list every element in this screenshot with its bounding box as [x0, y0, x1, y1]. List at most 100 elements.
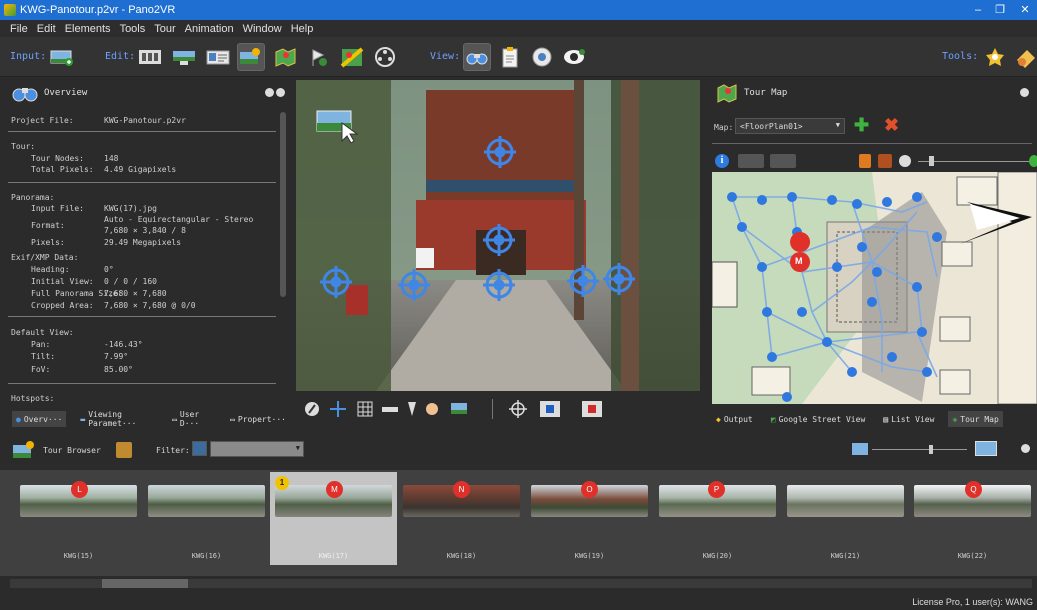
overview-scrollbar[interactable]	[280, 112, 286, 297]
zoom-slider[interactable]	[918, 161, 1033, 162]
info-icon[interactable]: i	[715, 154, 729, 168]
map-pin[interactable]	[757, 195, 767, 205]
properties-button[interactable]	[496, 43, 524, 71]
hotspot-target[interactable]	[603, 263, 635, 295]
thumbnail-image[interactable]	[787, 485, 904, 517]
panorama-icon[interactable]	[451, 403, 467, 414]
hotspot-target[interactable]	[483, 224, 515, 256]
panel-settings-icon[interactable]	[1021, 444, 1030, 453]
map-pin[interactable]	[797, 307, 807, 317]
close-button[interactable]: ✕	[1010, 0, 1037, 20]
map-pin[interactable]	[727, 192, 737, 202]
thumbnail-size-slider[interactable]	[872, 449, 967, 450]
tool-button-1[interactable]	[981, 43, 1009, 71]
map-pin[interactable]	[887, 352, 897, 362]
map-pin[interactable]	[912, 192, 922, 202]
tour-browser-scrollbar[interactable]	[10, 579, 1032, 588]
menu-tour[interactable]: Tour	[154, 23, 175, 35]
zoom-slider-handle[interactable]	[929, 156, 934, 166]
map-pin[interactable]	[852, 199, 862, 209]
map-pin[interactable]	[737, 222, 747, 232]
animation-button[interactable]	[371, 43, 399, 71]
tab-google-street-view[interactable]: ◩ Google Street View	[767, 411, 870, 427]
map-pin[interactable]	[832, 262, 842, 272]
brush-icon[interactable]	[408, 402, 416, 416]
sort-icon[interactable]	[116, 442, 132, 458]
hand-icon[interactable]	[426, 403, 438, 415]
map-pin[interactable]	[912, 282, 922, 292]
menu-help[interactable]: Help	[291, 23, 314, 35]
thumbnail-size-handle[interactable]	[929, 445, 933, 454]
hotspot-target[interactable]	[567, 265, 599, 297]
map-pin[interactable]	[847, 367, 857, 377]
filter-tag-icon[interactable]	[192, 441, 207, 456]
map-pin[interactable]	[787, 192, 797, 202]
map-pin[interactable]	[867, 297, 877, 307]
map-pin[interactable]	[917, 327, 927, 337]
hotspot-target[interactable]	[483, 269, 515, 301]
map-pin[interactable]	[932, 232, 942, 242]
map-pin[interactable]	[882, 197, 892, 207]
map-select[interactable]: <FloorPlan01> ▼	[735, 118, 845, 134]
user-data-button[interactable]	[204, 43, 232, 71]
panel-settings-icon[interactable]	[1020, 88, 1029, 97]
menu-animation[interactable]: Animation	[185, 23, 234, 35]
filter-input[interactable]: ▼	[210, 441, 304, 457]
pin-icon[interactable]	[859, 154, 871, 168]
map-pin[interactable]	[822, 337, 832, 347]
tab-overview[interactable]: ● Overv···	[12, 411, 67, 427]
panel-settings-icon[interactable]	[265, 88, 274, 97]
tab-tour-map[interactable]: ◈ Tour Map	[948, 411, 1003, 427]
tour-links-button[interactable]	[305, 43, 333, 71]
menu-file[interactable]: File	[10, 23, 28, 35]
red-square-icon[interactable]	[582, 401, 602, 417]
thumbnail-image[interactable]	[148, 485, 265, 517]
fit-map-icon[interactable]	[878, 154, 892, 168]
map-pin[interactable]	[857, 242, 867, 252]
hotspot-target[interactable]	[398, 269, 430, 301]
tab-user-data[interactable]: ▭ User D···	[168, 410, 216, 428]
current-node-pin[interactable]	[790, 232, 811, 276]
menu-window[interactable]: Window	[243, 23, 282, 35]
preview-button[interactable]	[561, 43, 589, 71]
tab-viewing-parameters[interactable]: ▬ Viewing Paramet···	[76, 410, 158, 428]
hotspots-button[interactable]	[237, 43, 265, 71]
add-map-icon[interactable]: ✚	[854, 115, 869, 136]
map-pin[interactable]	[872, 267, 882, 277]
ruler-icon[interactable]	[382, 407, 398, 412]
floor-plan-map[interactable]: M	[712, 172, 1037, 404]
blue-square-icon[interactable]	[540, 401, 560, 417]
panel-close-icon[interactable]	[276, 88, 285, 97]
hotspot-target[interactable]	[484, 136, 516, 168]
map-pin[interactable]	[827, 195, 837, 205]
map-pin[interactable]	[757, 262, 767, 272]
menu-tools[interactable]: Tools	[120, 23, 146, 35]
tab-properties[interactable]: ▭ Propert···	[226, 411, 290, 427]
target-icon[interactable]	[509, 400, 527, 418]
scrollbar-thumb[interactable]	[102, 579, 188, 588]
map-pin[interactable]	[762, 307, 772, 317]
patches-button[interactable]	[170, 43, 198, 71]
grid-icon[interactable]	[357, 401, 373, 417]
hotspot-target[interactable]	[320, 266, 352, 298]
link-tool-icon[interactable]	[738, 154, 764, 168]
map-pin[interactable]	[767, 352, 777, 362]
google-maps-button[interactable]	[338, 43, 366, 71]
tool-button-2[interactable]	[1012, 43, 1037, 71]
map-pin[interactable]	[922, 367, 932, 377]
map-pin[interactable]	[782, 392, 792, 402]
crosshair-icon[interactable]	[330, 401, 346, 417]
marker-tool-icon[interactable]	[770, 154, 796, 168]
zoom-out-icon[interactable]	[899, 155, 911, 167]
add-panorama-button[interactable]	[48, 43, 76, 71]
tab-list-view[interactable]: ▤ List View	[879, 411, 938, 427]
viewing-params-button[interactable]	[136, 43, 164, 71]
compass-icon[interactable]	[305, 402, 319, 416]
tab-output[interactable]: ◆ Output	[712, 411, 757, 427]
menu-elements[interactable]: Elements	[65, 23, 111, 35]
zoom-in-icon[interactable]	[1029, 155, 1037, 167]
menu-edit[interactable]: Edit	[37, 23, 56, 35]
viewer-button[interactable]	[463, 43, 491, 71]
tour-map-button[interactable]	[271, 43, 299, 71]
output-button[interactable]	[528, 43, 556, 71]
